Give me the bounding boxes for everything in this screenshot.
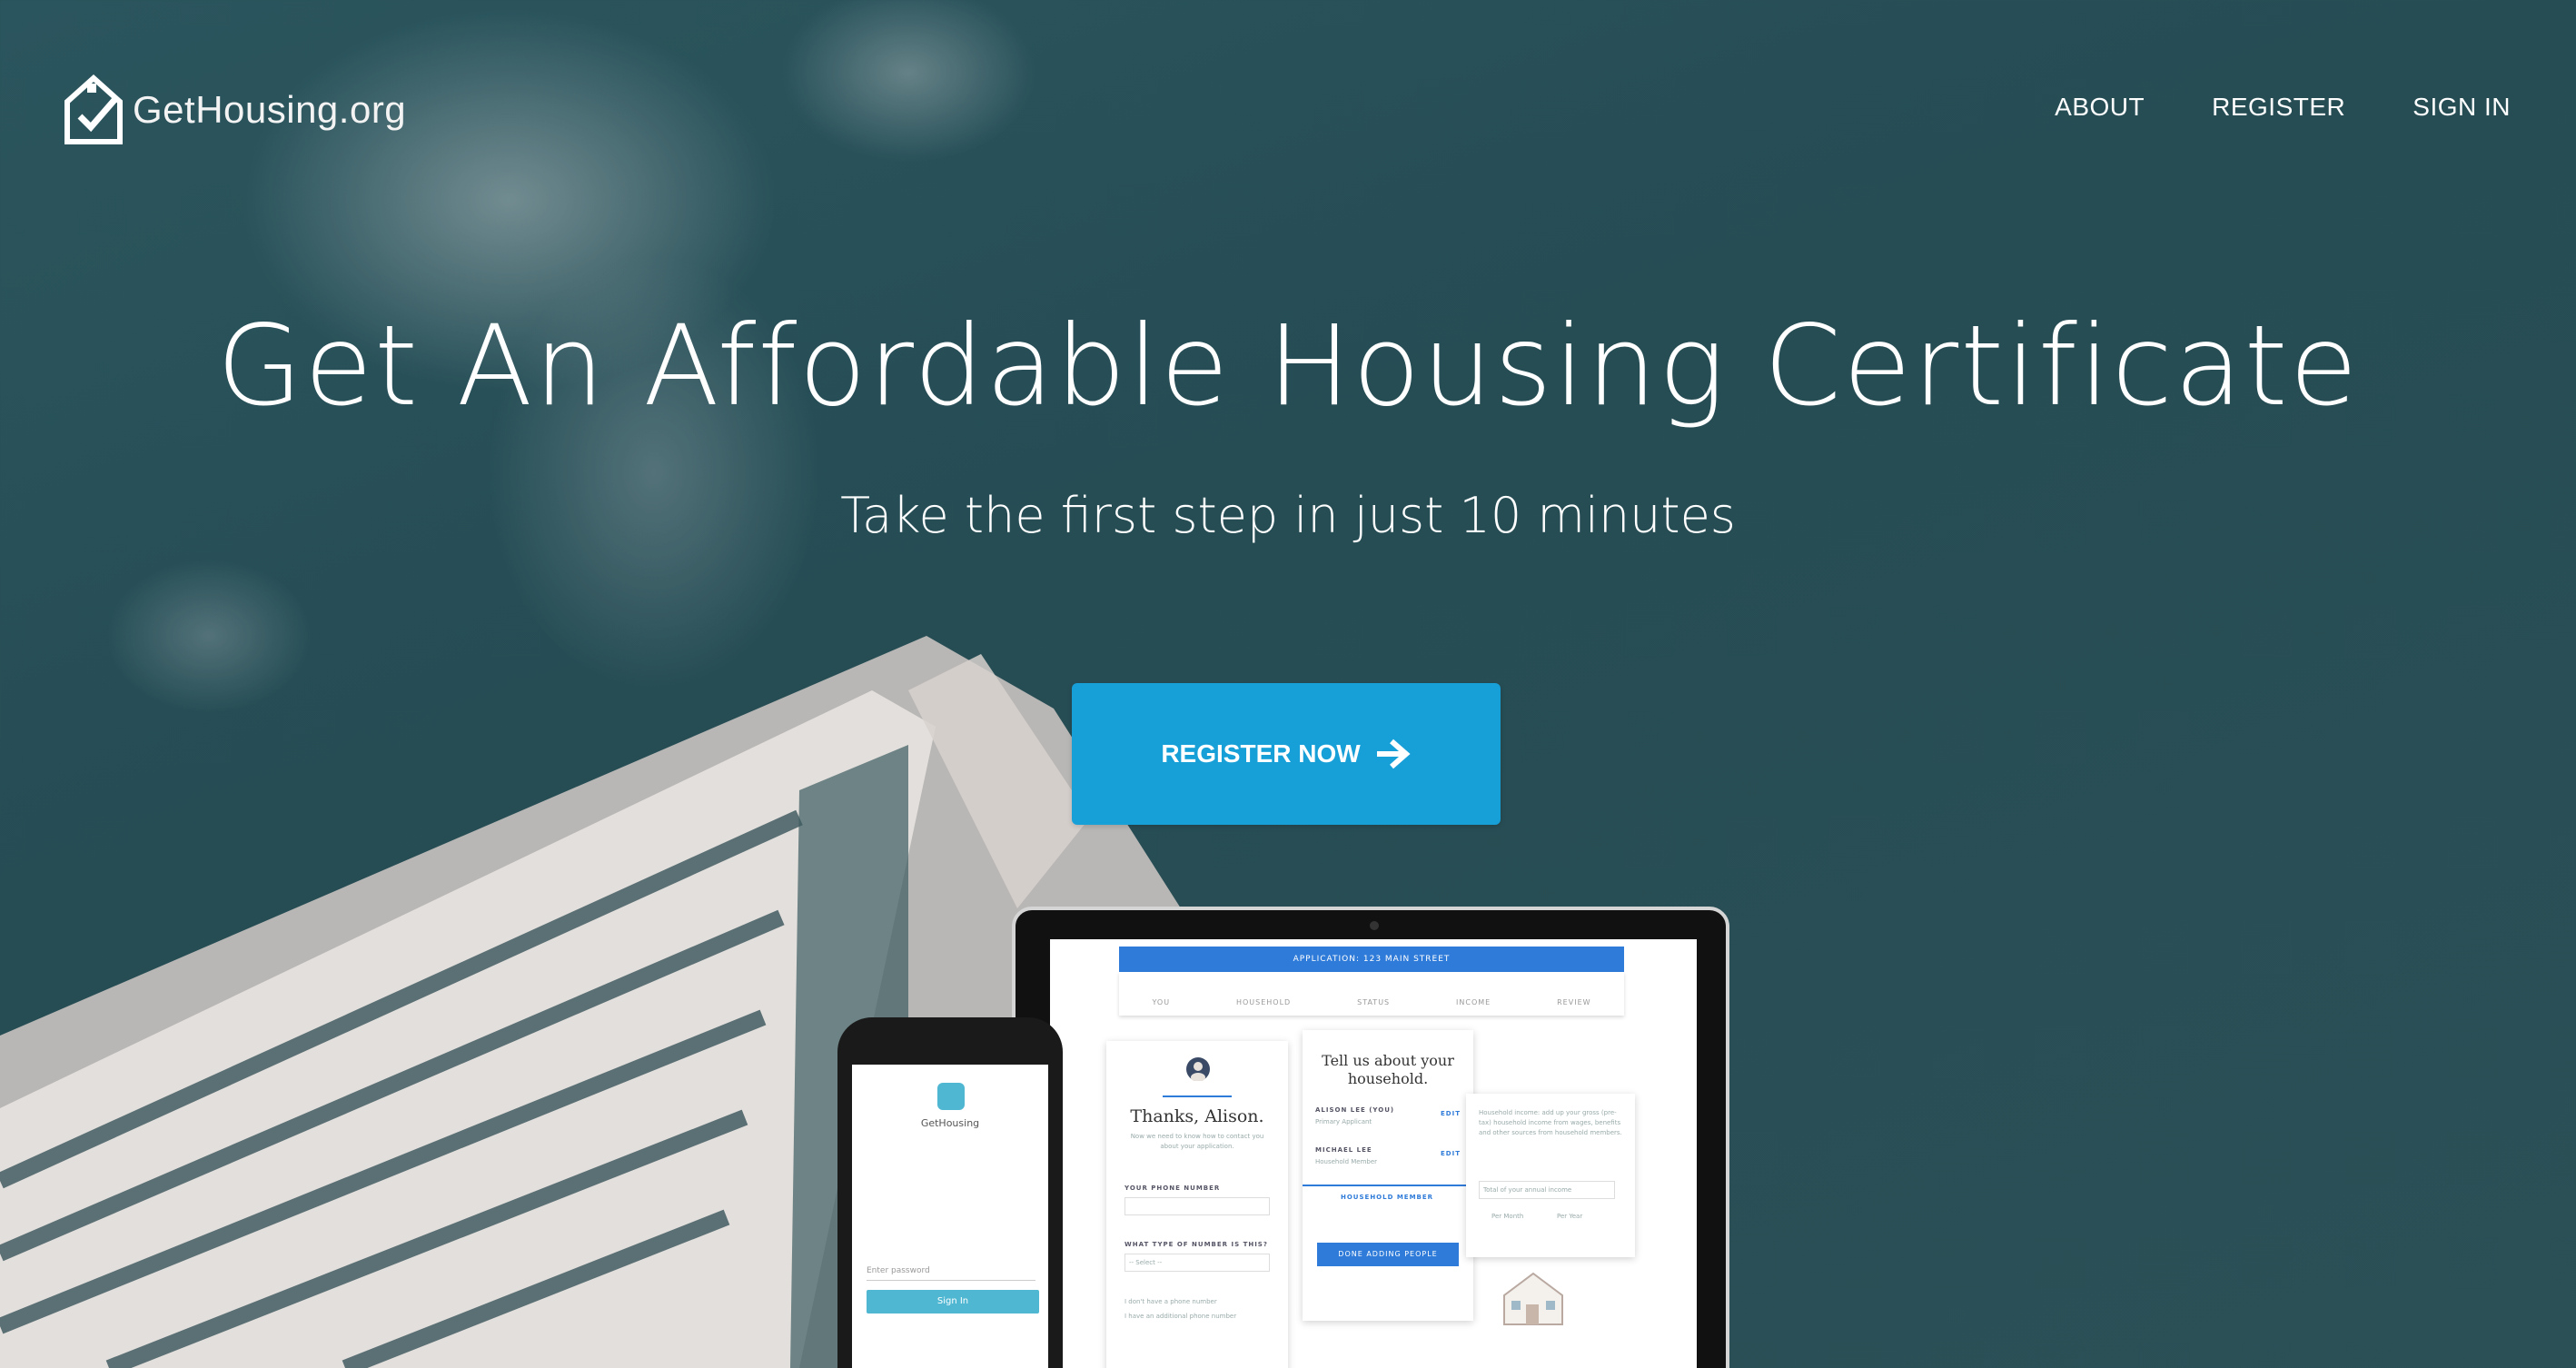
laptop-camera [1370,921,1379,930]
phone-sign-in-button[interactable]: Sign In [867,1290,1039,1313]
step-label: HOUSEHOLD [1235,998,1292,1006]
additional-phone-checkbox[interactable]: I have an additional phone number [1125,1312,1236,1322]
laptop-mockup: APPLICATION: 123 MAIN STREET YOU HOUSEHO… [1012,907,1729,1368]
contact-intro: Now we need to know how to contact you a… [1130,1133,1264,1150]
phone-password-input[interactable]: Enter password [867,1261,1035,1281]
contact-card: Thanks, Alison. Now we need to know how … [1106,1041,1288,1368]
member1-edit-link[interactable]: EDIT [1441,1110,1461,1117]
avatar-icon [1186,1057,1210,1081]
add-household-member-button[interactable]: HOUSEHOLD MEMBER [1341,1194,1433,1201]
step-label: REVIEW [1557,998,1591,1006]
per-month-radio[interactable]: Per Month [1491,1212,1523,1222]
brand-logo-link[interactable]: GetHousing.org [64,74,406,145]
member2-name: MICHAEL LEE [1315,1146,1372,1154]
register-now-button[interactable]: REGISTER NOW [1072,683,1501,825]
arrow-right-icon [1376,739,1411,769]
member2-edit-link[interactable]: EDIT [1441,1150,1461,1157]
phone-screen: GetHousing Enter password Sign In [852,1065,1048,1368]
house-illustration-icon [1503,1272,1563,1325]
phone-label: YOUR PHONE NUMBER [1125,1185,1221,1192]
phone-mockup: GetHousing Enter password Sign In [837,1017,1063,1368]
number-type-select[interactable]: -- Select -- [1125,1254,1270,1272]
register-now-label: REGISTER NOW [1161,739,1361,768]
income-help-text: Household income: add up your gross (pre… [1479,1109,1622,1136]
household-card: Tell us about your household. ALISON LEE… [1303,1030,1473,1321]
top-nav: ABOUT REGISTER SIGN IN [2055,93,2511,122]
hero-subtitle: Take the first step in just 10 minutes [840,487,1736,544]
done-adding-button[interactable]: DONE ADDING PEOPLE [1317,1243,1459,1266]
app-bar: APPLICATION: 123 MAIN STREET [1119,947,1624,972]
progress-steps: YOU HOUSEHOLD STATUS INCOME REVIEW [1119,972,1624,1016]
avatar-underline [1163,1095,1232,1097]
step-label: YOU [1152,998,1171,1006]
divider [1303,1185,1473,1186]
laptop-screen: APPLICATION: 123 MAIN STREET YOU HOUSEHO… [1050,939,1697,1368]
nav-about-link[interactable]: ABOUT [2055,93,2145,122]
phone-app-name: GetHousing [920,1117,980,1129]
number-type-label: WHAT TYPE OF NUMBER IS THIS? [1125,1241,1268,1248]
nav-register-link[interactable]: REGISTER [2212,93,2345,122]
step-label: STATUS [1357,998,1391,1006]
step-label: INCOME [1456,998,1491,1006]
phone-input[interactable] [1125,1197,1270,1215]
nav-sign-in-link[interactable]: SIGN IN [2413,93,2511,122]
house-check-icon [64,74,123,144]
app-icon [937,1083,965,1110]
no-phone-checkbox[interactable]: I don't have a phone number [1125,1297,1217,1307]
income-input[interactable]: Total of your annual income [1479,1181,1615,1199]
member1-name: ALISON LEE (YOU) [1315,1106,1395,1114]
household-heading: Tell us about your household. [1322,1052,1454,1087]
hero-title: Get An Affordable Housing Certificate [216,302,2360,431]
member2-role: Household Member [1315,1158,1378,1165]
income-card: Household income: add up your gross (pre… [1466,1094,1635,1257]
member1-role: Primary Applicant [1315,1118,1372,1125]
brand-name: GetHousing.org [133,88,407,131]
thanks-heading: Thanks, Alison. [1130,1106,1264,1126]
per-year-radio[interactable]: Per Year [1557,1212,1582,1222]
